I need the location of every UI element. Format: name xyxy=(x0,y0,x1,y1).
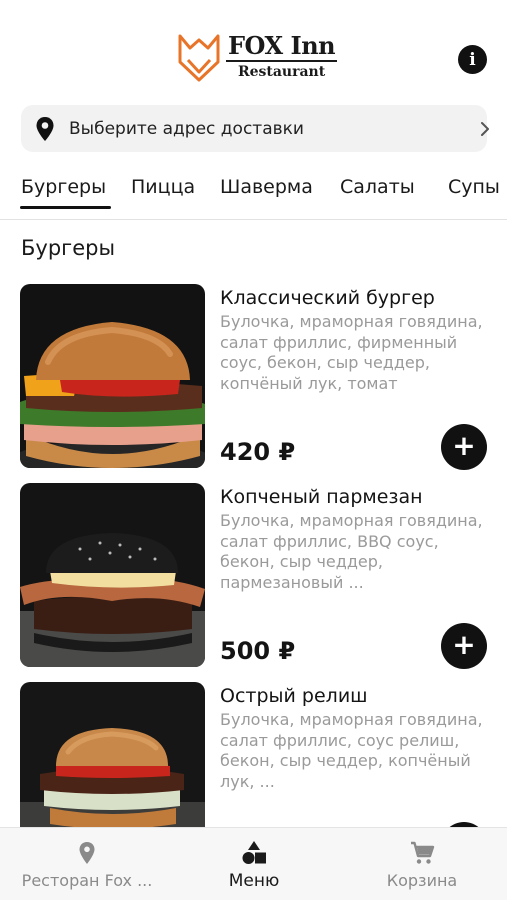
app-screen: FOX Inn Restaurant i Выберите адрес дост… xyxy=(0,0,507,900)
nav-menu[interactable]: Меню xyxy=(204,828,304,900)
chevron-right-icon xyxy=(481,122,489,136)
bottom-navigation: Ресторан Fox ... Меню Корзина xyxy=(0,827,507,900)
nav-menu-label: Меню xyxy=(228,871,280,891)
info-button[interactable]: i xyxy=(458,45,487,74)
delivery-address-placeholder: Выберите адрес доставки xyxy=(69,119,304,139)
location-pin-icon xyxy=(79,842,95,864)
tab-shawarma[interactable]: Шаверма xyxy=(220,176,313,198)
product-name: Классический бургер xyxy=(220,287,435,309)
product-description: Булочка, мраморная говядина, салат фрилл… xyxy=(220,511,483,592)
nav-restaurant[interactable]: Ресторан Fox ... xyxy=(12,828,162,900)
product-card[interactable]: Классический бургер Булочка, мраморная г… xyxy=(20,284,487,470)
product-price: 500 ₽ xyxy=(220,637,296,665)
delivery-address-selector[interactable]: Выберите адрес доставки xyxy=(21,105,489,152)
logo-title: FOX Inn xyxy=(226,31,338,62)
category-tabs: Бургеры Пицца Шаверма Салаты Супы xyxy=(0,168,507,220)
tab-pizza[interactable]: Пицца xyxy=(131,176,195,198)
add-to-cart-button[interactable]: + xyxy=(441,623,487,669)
product-description: Булочка, мраморная говядина, салат фрилл… xyxy=(220,312,483,393)
fox-logo-icon xyxy=(178,34,220,82)
tab-soups[interactable]: Супы xyxy=(448,176,500,198)
product-description: Булочка, мраморная говядина, салат фрилл… xyxy=(220,710,483,791)
product-name: Копченый пармезан xyxy=(220,486,423,508)
plus-icon: + xyxy=(452,429,476,462)
product-photo xyxy=(20,483,205,667)
product-card[interactable]: Копченый пармезан Булочка, мраморная гов… xyxy=(20,483,487,669)
nav-cart[interactable]: Корзина xyxy=(372,828,472,900)
logo-subtitle: Restaurant xyxy=(237,64,326,80)
shapes-icon xyxy=(242,841,266,864)
product-photo xyxy=(20,284,205,468)
nav-cart-label: Корзина xyxy=(386,871,458,890)
cart-icon xyxy=(411,841,435,864)
active-tab-indicator xyxy=(20,206,111,209)
section-title: Бургеры xyxy=(21,236,116,260)
nav-restaurant-label: Ресторан Fox ... xyxy=(21,871,153,890)
location-pin-icon xyxy=(36,117,54,141)
plus-icon: + xyxy=(452,628,476,661)
info-icon: i xyxy=(469,49,476,70)
tab-burgers[interactable]: Бургеры xyxy=(21,176,106,198)
product-price: 420 ₽ xyxy=(220,438,296,466)
tab-salads[interactable]: Салаты xyxy=(340,176,415,198)
add-to-cart-button[interactable]: + xyxy=(441,424,487,470)
logo: FOX Inn Restaurant xyxy=(176,31,338,88)
product-name: Острый релиш xyxy=(220,685,368,707)
header: FOX Inn Restaurant i xyxy=(0,0,507,98)
